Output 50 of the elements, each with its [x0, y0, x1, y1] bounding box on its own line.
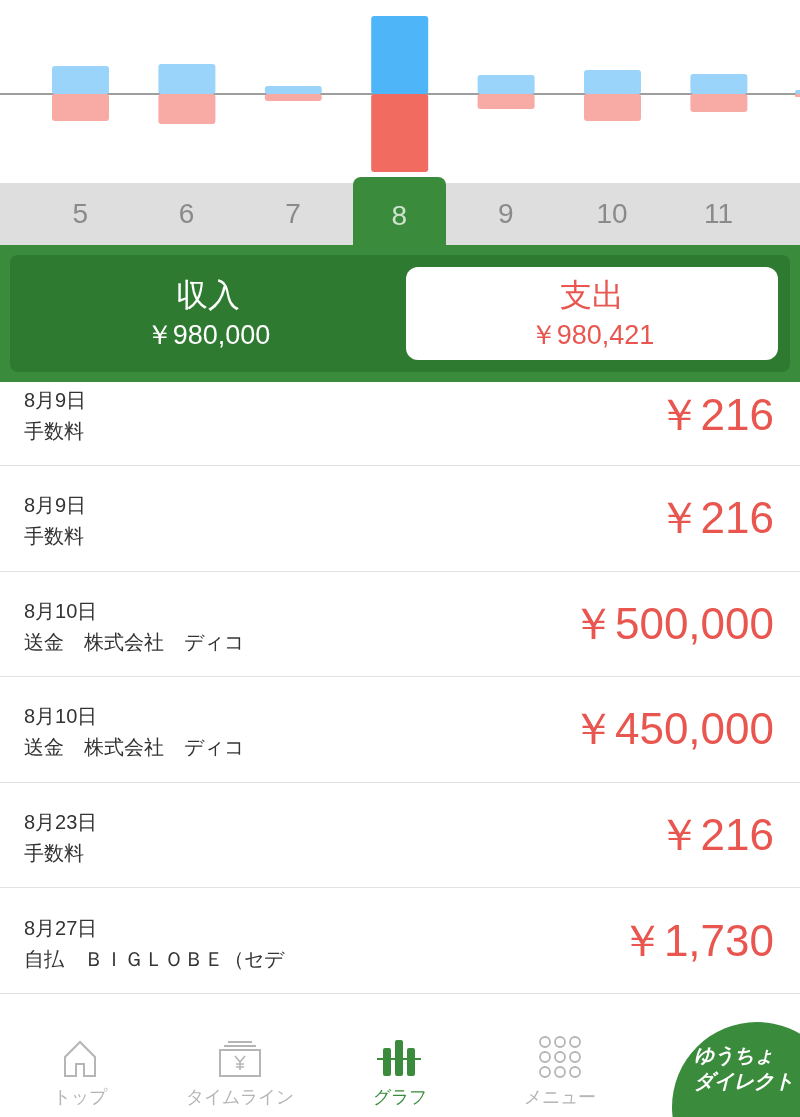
transaction-amount: ￥450,000	[570, 703, 774, 756]
transaction-description: 自払 ＢＩＧＬＯＢＥ（セデ	[24, 946, 286, 972]
grid-menu-icon	[539, 1036, 581, 1078]
tab-bar-item[interactable]: グラフ	[320, 1017, 480, 1117]
expense-bar	[477, 94, 535, 109]
expense-bar	[690, 94, 748, 112]
expense-bar	[795, 94, 800, 97]
transaction-date: 8月23日	[24, 810, 99, 836]
month-tab[interactable]: 5	[33, 183, 127, 245]
transaction-amount: ￥216	[656, 492, 774, 545]
transaction-description: 手数料	[24, 841, 85, 867]
income-toggle[interactable]: 収入 ￥980,000	[22, 267, 394, 360]
month-tab[interactable]: 8	[352, 177, 446, 245]
transaction-description: 手数料	[24, 419, 85, 444]
transaction-amount: ￥500,000	[570, 597, 774, 650]
income-bar	[690, 74, 748, 94]
month-tab[interactable]: 9	[459, 183, 553, 245]
month-tab[interactable]: 10	[565, 183, 659, 245]
transaction-date: 8月9日	[24, 493, 88, 519]
transaction-amount: ￥216	[656, 389, 774, 441]
income-bar	[52, 66, 109, 94]
transaction-amount: ￥1,730	[619, 914, 774, 967]
transaction-date: 8月10日	[24, 598, 99, 624]
transaction-amount: ￥216	[656, 809, 774, 862]
yen-card-icon	[218, 1040, 262, 1078]
direct-button[interactable]: ゆうちょ ダイレクト	[672, 1022, 800, 1117]
tab-bar-item[interactable]: メニュー	[480, 1017, 640, 1117]
income-bar	[477, 75, 535, 94]
bar-graph-icon	[377, 1038, 423, 1078]
income-bar	[795, 90, 800, 94]
income-bar	[584, 70, 641, 94]
expense-toggle[interactable]: 支出 ￥980,421	[406, 267, 778, 360]
expense-bar	[584, 94, 641, 121]
expense-bar	[264, 94, 322, 101]
tab-bar-item[interactable]: トップ	[0, 1017, 160, 1117]
transaction-description: 手数料	[24, 524, 85, 550]
month-tab[interactable]: 6	[140, 183, 234, 245]
home-icon	[63, 1040, 97, 1078]
expense-bar	[52, 94, 109, 121]
transaction-description: 送金 株式会社 ディコ	[24, 735, 245, 761]
income-bar	[264, 86, 322, 94]
expense-bar	[158, 94, 216, 124]
month-tab[interactable]: 7	[246, 183, 340, 245]
income-bar	[158, 64, 216, 94]
transaction-date: 8月9日	[24, 388, 88, 413]
transaction-description: 送金 株式会社 ディコ	[24, 629, 245, 655]
tab-bar-item[interactable]: タイムライン	[160, 1017, 320, 1117]
month-tab[interactable]: 11	[671, 183, 765, 245]
transaction-date: 8月27日	[24, 915, 99, 941]
transaction-date: 8月10日	[24, 704, 99, 730]
